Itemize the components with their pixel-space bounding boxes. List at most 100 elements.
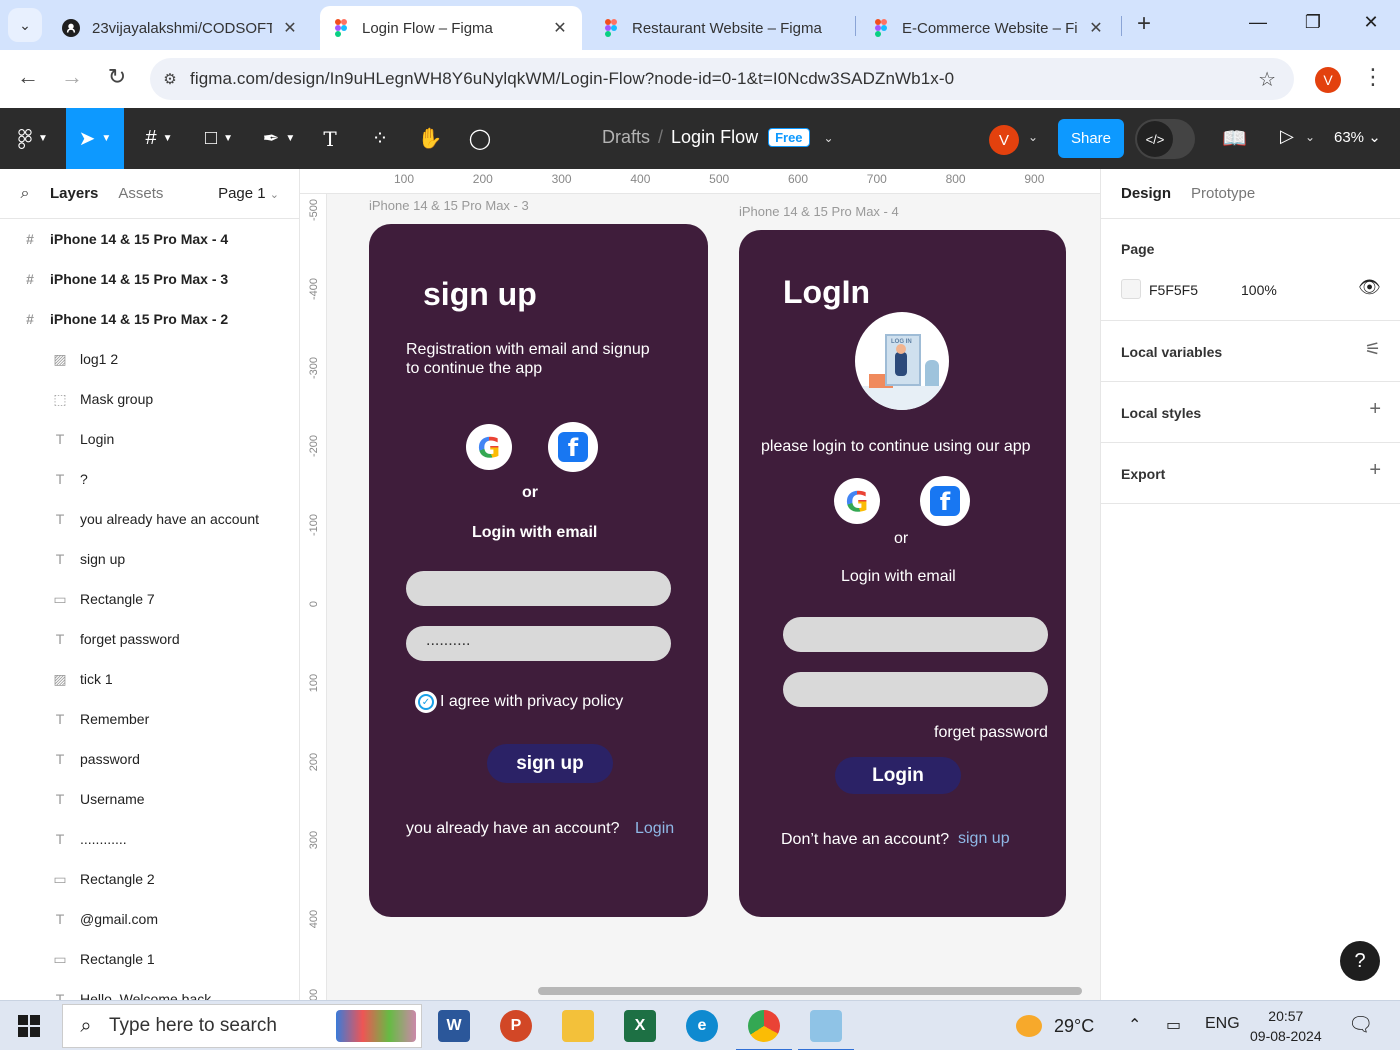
layer-row[interactable]: T............ [0,819,299,859]
layer-row[interactable]: ▭ Rectangle 1 [0,939,299,979]
forget-password-link[interactable]: forget password [934,724,1048,742]
dev-mode-toggle[interactable]: </> [1135,119,1195,159]
tab-search-button[interactable]: ⌄ [8,8,42,42]
bookmark-star-icon[interactable]: ☆ [1258,67,1276,92]
browser-tab-restaurant[interactable]: Restaurant Website – Figma [590,6,852,50]
export-section[interactable]: Export + [1101,443,1400,504]
weather-widget[interactable]: 29°C [1016,1015,1094,1037]
word-icon[interactable]: W [438,1010,470,1042]
language-indicator[interactable]: ENG [1205,1015,1240,1033]
books-widget-icon[interactable] [336,1010,416,1042]
layer-row[interactable]: # iPhone 14 & 15 Pro Max - 3 [0,259,299,299]
browser-menu-icon[interactable]: ⋮ [1362,64,1384,90]
plan-badge[interactable]: Free [768,128,810,147]
login-button[interactable]: Login [835,757,961,794]
frame-tool[interactable]: # ▼ [130,108,188,169]
zoom-level[interactable]: 63% ⌄ [1334,128,1381,146]
chevron-up-icon[interactable]: ⌃ [1128,1015,1141,1035]
page-opacity[interactable]: 100% [1241,282,1277,298]
layer-row[interactable]: ⬚ Mask group [0,379,299,419]
user-avatar[interactable]: V [989,125,1019,155]
login-frame[interactable]: LogIn LOG IN please login to continue us… [739,230,1066,917]
email-input[interactable] [406,571,671,606]
share-button[interactable]: Share [1058,119,1124,158]
tab-design[interactable]: Design [1121,185,1171,202]
password-input[interactable]: .......... [406,626,671,661]
chevron-down-icon[interactable]: ⌄ [1305,130,1315,144]
restore-icon[interactable]: ❐ [1298,12,1328,33]
sliders-icon[interactable]: ⚟ [1365,339,1381,360]
layer-row[interactable]: Tyou already have an account [0,499,299,539]
layer-row[interactable]: # iPhone 14 & 15 Pro Max - 4 [0,219,299,259]
text-tool[interactable]: T [310,108,350,169]
close-icon[interactable]: ✕ [550,18,570,38]
layer-row[interactable]: ▨ log1 2 [0,339,299,379]
layer-row[interactable]: ▨ tick 1 [0,659,299,699]
facebook-signin-button[interactable]: f [920,476,970,526]
resources-tool[interactable]: ⁘ [360,108,400,169]
frame-label[interactable]: iPhone 14 & 15 Pro Max - 3 [369,198,529,213]
tab-layers[interactable]: Layers [50,185,98,202]
layer-row[interactable]: ▭ Rectangle 2 [0,859,299,899]
search-icon[interactable]: ⌕ [0,185,50,203]
present-play-icon[interactable]: ▷ [1280,126,1294,147]
forward-icon[interactable]: → [57,64,87,90]
chrome-icon[interactable] [736,1010,792,1050]
shape-tool[interactable]: □ ▼ [190,108,248,169]
page-color-hex[interactable]: F5F5F5 [1149,282,1198,298]
frame-label[interactable]: iPhone 14 & 15 Pro Max - 4 [739,204,899,219]
tab-assets[interactable]: Assets [118,185,163,202]
window-close-icon[interactable]: ✕ [1356,12,1386,33]
new-tab-button[interactable]: + [1130,10,1158,38]
page-color-swatch[interactable] [1121,279,1141,299]
layer-row[interactable]: T @gmail.com [0,899,299,939]
layer-row[interactable]: Tforget password [0,619,299,659]
login-link[interactable]: Login [635,820,674,838]
signup-link[interactable]: sign up [958,830,1010,848]
powerpoint-icon[interactable]: P [500,1010,532,1042]
tab-prototype[interactable]: Prototype [1191,185,1255,202]
browser-tab-ecommerce[interactable]: E-Commerce Website – Figma ✕ [860,6,1118,50]
horizontal-scrollbar[interactable] [538,987,1082,995]
facebook-signin-button[interactable]: f [548,422,598,472]
browser-profile-avatar[interactable]: V [1315,67,1341,93]
edge-icon[interactable]: e [686,1010,718,1042]
google-signin-button[interactable]: G [466,424,512,470]
library-book-icon[interactable]: 📖 [1222,126,1247,151]
layer-row[interactable]: T Username [0,779,299,819]
plus-icon[interactable]: + [1369,459,1381,482]
url-text[interactable]: figma.com/design/In9uHLegnWH8Y6uNylqkWM/… [190,69,954,89]
pen-tool[interactable]: ✒ ▼ [250,108,308,169]
clock[interactable]: 20:57 09-08-2024 [1250,1006,1322,1046]
browser-tab-login-flow[interactable]: Login Flow – Figma ✕ [320,6,582,50]
password-input[interactable] [783,672,1048,707]
minimize-icon[interactable]: — [1243,12,1273,33]
layer-row[interactable]: T Hello, Welcome back [0,979,299,1000]
browser-tab-github[interactable]: 23vijayalakshmi/CODSOFT ✕ [50,6,312,50]
signup-button[interactable]: sign up [487,744,613,783]
close-icon[interactable]: ✕ [1086,18,1106,38]
main-menu-button[interactable]: ▼ [0,108,66,169]
layer-row[interactable]: Tsign up [0,539,299,579]
signup-frame[interactable]: sign up Registration with email and sign… [369,224,708,917]
back-icon[interactable]: ← [13,64,43,90]
file-name[interactable]: Login Flow [671,127,758,148]
email-input[interactable] [783,617,1048,652]
reload-icon[interactable]: ↻ [102,64,132,90]
local-styles-section[interactable]: Local styles + [1101,382,1400,443]
local-variables-section[interactable]: Local variables ⚟ [1101,321,1400,382]
layer-row[interactable]: T Login [0,419,299,459]
url-bar[interactable]: ⚙ figma.com/design/In9uHLegnWH8Y6uNylqkW… [150,58,1294,100]
comment-tool[interactable]: ◯ [460,108,500,169]
hand-tool[interactable]: ✋ [410,108,450,169]
site-info-icon[interactable]: ⚙ [150,70,190,88]
battery-icon[interactable]: ▭ [1166,1015,1181,1035]
eye-icon[interactable]: 👁 [1358,277,1381,298]
breadcrumb-drafts[interactable]: Drafts [602,127,650,148]
plus-icon[interactable]: + [1369,398,1381,421]
design-canvas[interactable]: 100 200 300 400 500 600 700 800 900 -500 -400 -300… [300,169,1100,1000]
layer-row[interactable]: T Remember [0,699,299,739]
windows-start-icon[interactable] [18,1015,40,1037]
google-signin-button[interactable]: G [834,478,880,524]
excel-icon[interactable]: X [624,1010,656,1042]
